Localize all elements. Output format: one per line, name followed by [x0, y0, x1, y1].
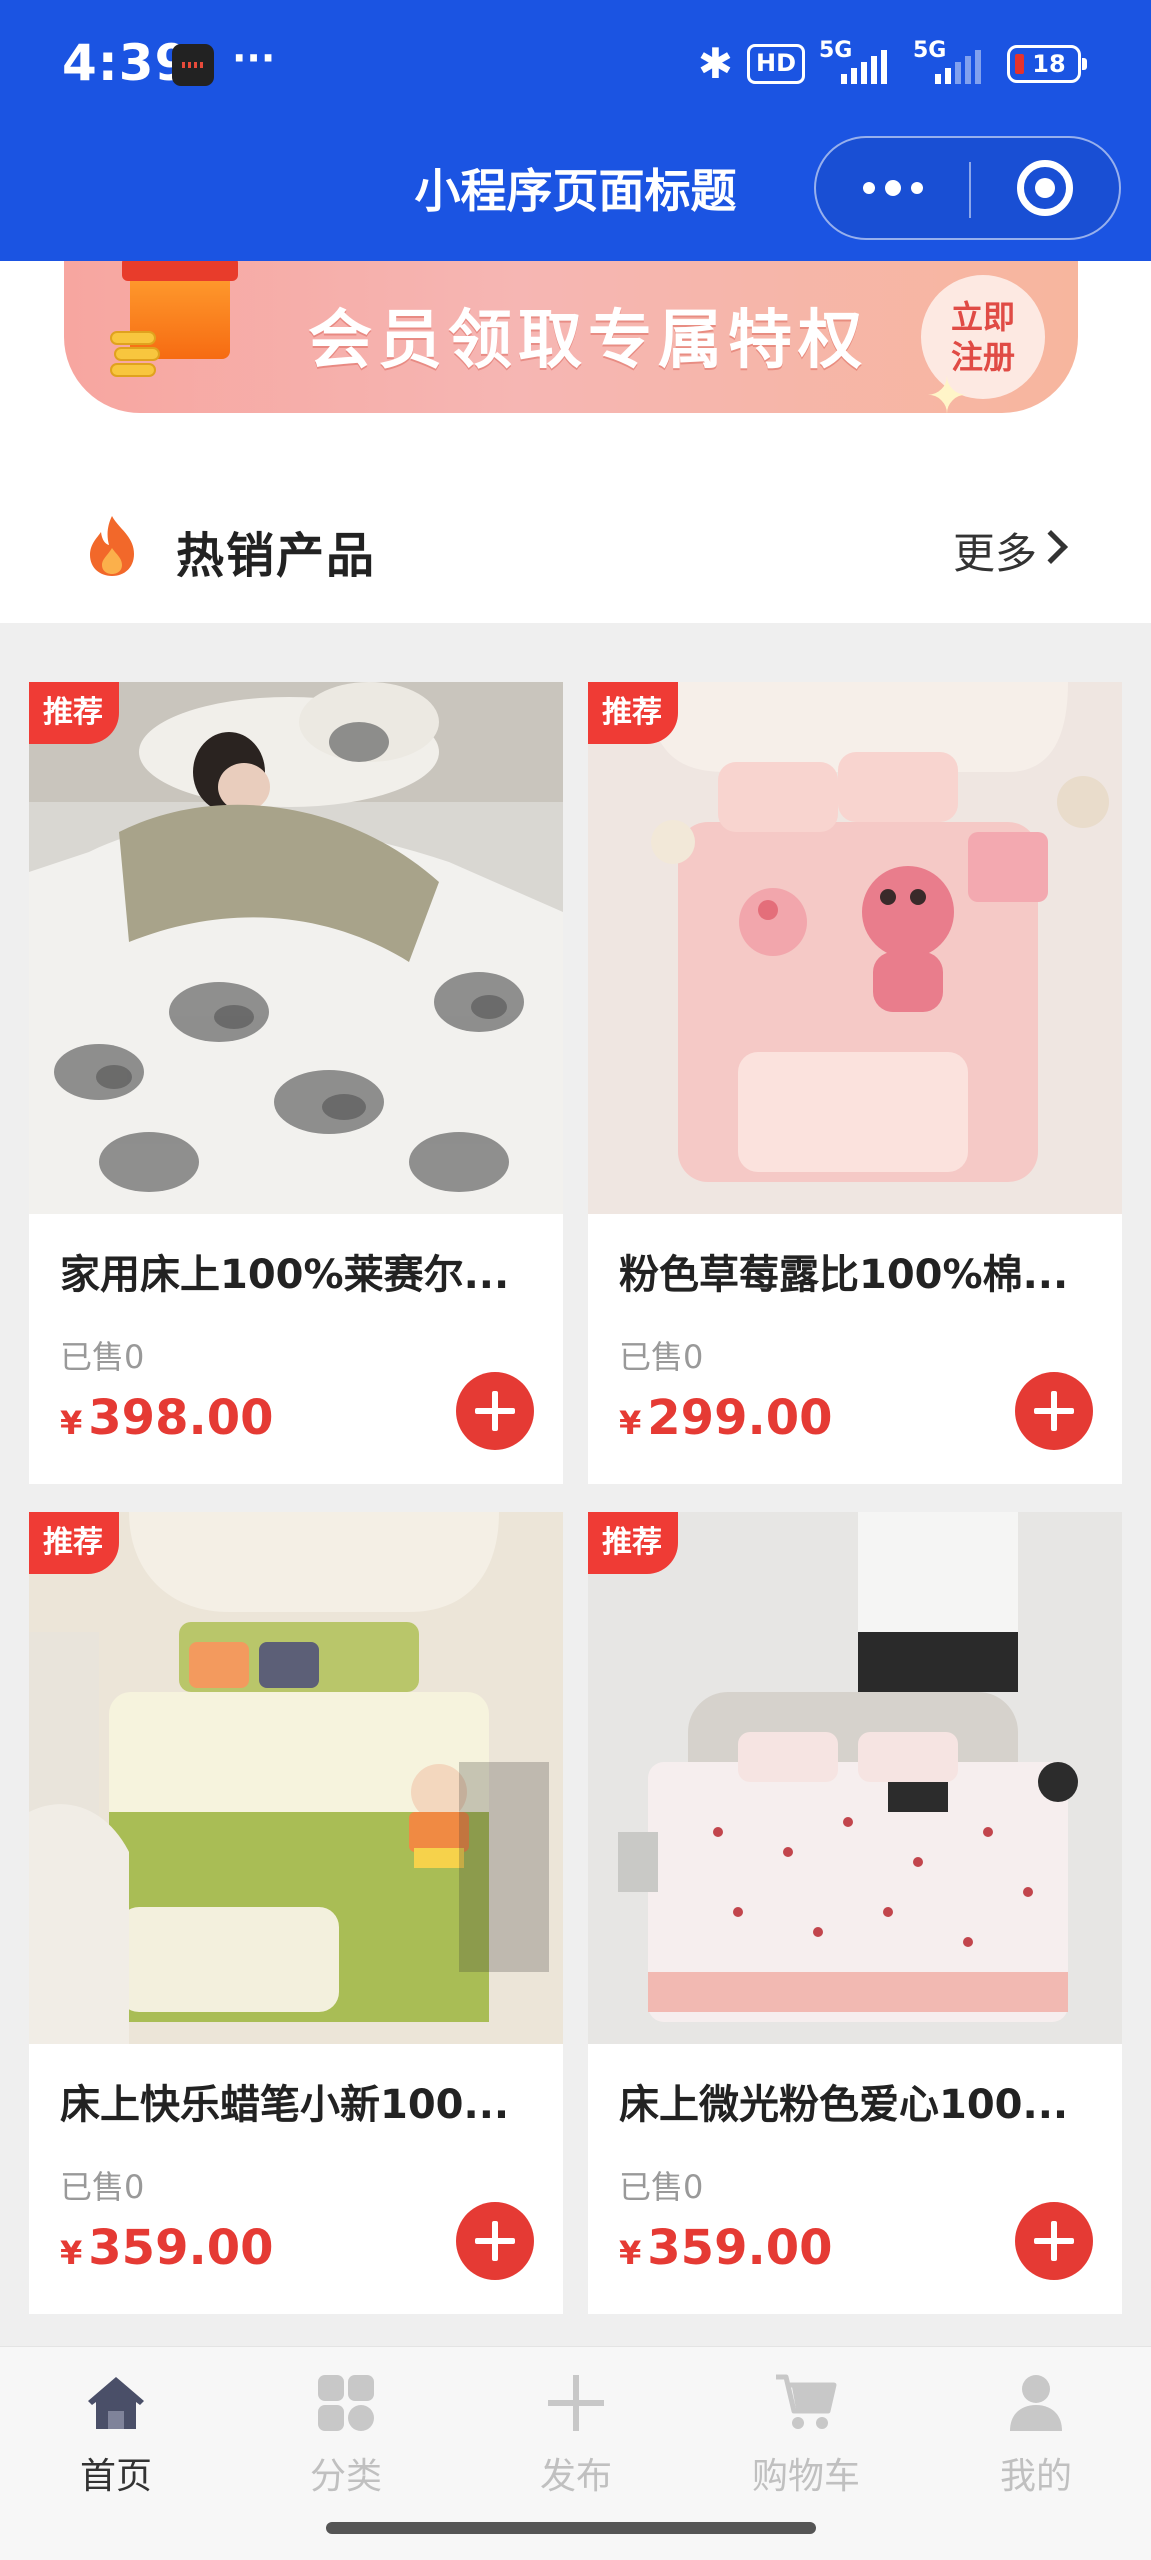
add-to-cart-button[interactable] — [456, 2202, 534, 2280]
fire-icon — [90, 516, 134, 576]
product-card[interactable]: 推荐 床上微光粉色爱心100... 已售0 ¥359.00 — [588, 1512, 1122, 2314]
currency-symbol: ¥ — [619, 1404, 642, 1442]
battery-level: 18 — [1032, 50, 1066, 78]
home-indicator[interactable] — [326, 2522, 816, 2534]
capsule-divider — [969, 162, 971, 218]
price-value: 299.00 — [647, 1390, 833, 1446]
sold-count: 已售0 — [619, 1338, 704, 1376]
product-title[interactable]: 床上快乐蜡笔小新100... — [60, 2072, 530, 2130]
tab-cart[interactable]: 购物车 — [726, 2371, 886, 2499]
plus-icon — [548, 2375, 604, 2431]
app-screen: 4:39 ··· ✱ HD 5G 5G 18 小程序页面标题 会员领取专属特权 … — [0, 0, 1151, 2560]
recommend-tag: 推荐 — [588, 1512, 678, 1574]
promo-section: 会员领取专属特权 立即注册 ✦ 热销产品 更多 — [0, 261, 1151, 623]
tab-label: 首页 — [79, 2456, 152, 2497]
recommend-tag: 推荐 — [29, 682, 119, 744]
recommend-tag: 推荐 — [588, 682, 678, 744]
product-title[interactable]: 床上微光粉色爱心100... — [619, 2072, 1089, 2130]
recorder-app-icon — [172, 44, 214, 86]
category-grid-icon — [318, 2375, 374, 2431]
tab-home[interactable]: 首页 — [36, 2371, 196, 2499]
price-value: 359.00 — [647, 2220, 833, 2276]
add-to-cart-button[interactable] — [1015, 2202, 1093, 2280]
product-image[interactable]: 推荐 — [29, 1512, 563, 2044]
close-miniprogram-icon[interactable] — [1017, 160, 1073, 216]
member-banner[interactable]: 会员领取专属特权 立即注册 ✦ — [64, 261, 1078, 413]
product-price: ¥359.00 — [60, 2220, 274, 2276]
profile-icon — [1010, 2375, 1062, 2431]
add-to-cart-button[interactable] — [456, 1372, 534, 1450]
product-image[interactable]: 推荐 — [29, 682, 563, 1214]
home-icon — [88, 2377, 144, 2429]
register-now-label: 立即注册 — [950, 298, 1015, 376]
price-value: 398.00 — [88, 1390, 274, 1446]
miniprogram-capsule — [814, 136, 1121, 240]
tab-label: 我的 — [999, 2456, 1072, 2497]
currency-symbol: ¥ — [619, 2234, 642, 2272]
product-price: ¥398.00 — [60, 1390, 274, 1446]
top-header: 4:39 ··· ✱ HD 5G 5G 18 小程序页面标题 — [0, 0, 1151, 261]
status-more-dots: ··· — [232, 36, 276, 80]
status-indicators: ✱ HD 5G 5G 18 — [697, 38, 1087, 90]
recommend-tag: 推荐 — [29, 1512, 119, 1574]
chevron-right-icon[interactable] — [1034, 530, 1068, 564]
hot-products-header: 热销产品 更多 — [0, 474, 1151, 614]
tab-label: 分类 — [309, 2456, 382, 2497]
product-price: ¥299.00 — [619, 1390, 833, 1446]
banner-text: 会员领取专属特权 — [308, 304, 868, 378]
product-image[interactable]: 推荐 — [588, 682, 1122, 1214]
battery-icon: 18 — [1007, 45, 1087, 83]
price-value: 359.00 — [88, 2220, 274, 2276]
tab-profile[interactable]: 我的 — [956, 2371, 1116, 2499]
sparkle-icon: ✦ — [926, 367, 968, 413]
more-link[interactable]: 更多 — [953, 520, 1037, 581]
product-card[interactable]: 推荐 床上快乐蜡笔小新100... 已售0 ¥359.00 — [29, 1512, 563, 2314]
bluetooth-icon: ✱ — [697, 39, 733, 88]
signal-icon: 5G — [819, 38, 899, 86]
more-options-icon[interactable] — [816, 138, 969, 238]
tab-category[interactable]: 分类 — [266, 2371, 426, 2499]
tab-label: 购物车 — [751, 2456, 860, 2497]
add-to-cart-button[interactable] — [1015, 1372, 1093, 1450]
product-price: ¥359.00 — [619, 2220, 833, 2276]
tab-publish[interactable]: 发布 — [496, 2371, 656, 2499]
sold-count: 已售0 — [60, 1338, 145, 1376]
currency-symbol: ¥ — [60, 2234, 83, 2272]
tab-label: 发布 — [539, 2456, 612, 2497]
product-card[interactable]: 推荐 家用床上100%莱赛尔... 已售0 ¥398.00 — [29, 682, 563, 1484]
sold-count: 已售0 — [619, 2168, 704, 2206]
hot-products-title: 热销产品 — [176, 528, 377, 584]
cart-icon — [776, 2374, 837, 2429]
product-image[interactable]: 推荐 — [588, 1512, 1122, 2044]
sold-count: 已售0 — [60, 2168, 145, 2206]
gift-box-icon — [110, 261, 238, 381]
product-card[interactable]: 推荐 粉色草莓露比100%棉... 已售0 ¥299.00 — [588, 682, 1122, 1484]
product-title[interactable]: 家用床上100%莱赛尔... — [60, 1242, 530, 1300]
product-title[interactable]: 粉色草莓露比100%棉... — [619, 1242, 1089, 1300]
currency-symbol: ¥ — [60, 1404, 83, 1442]
signal-icon-2: 5G — [913, 38, 993, 86]
hd-badge: HD — [746, 44, 805, 84]
